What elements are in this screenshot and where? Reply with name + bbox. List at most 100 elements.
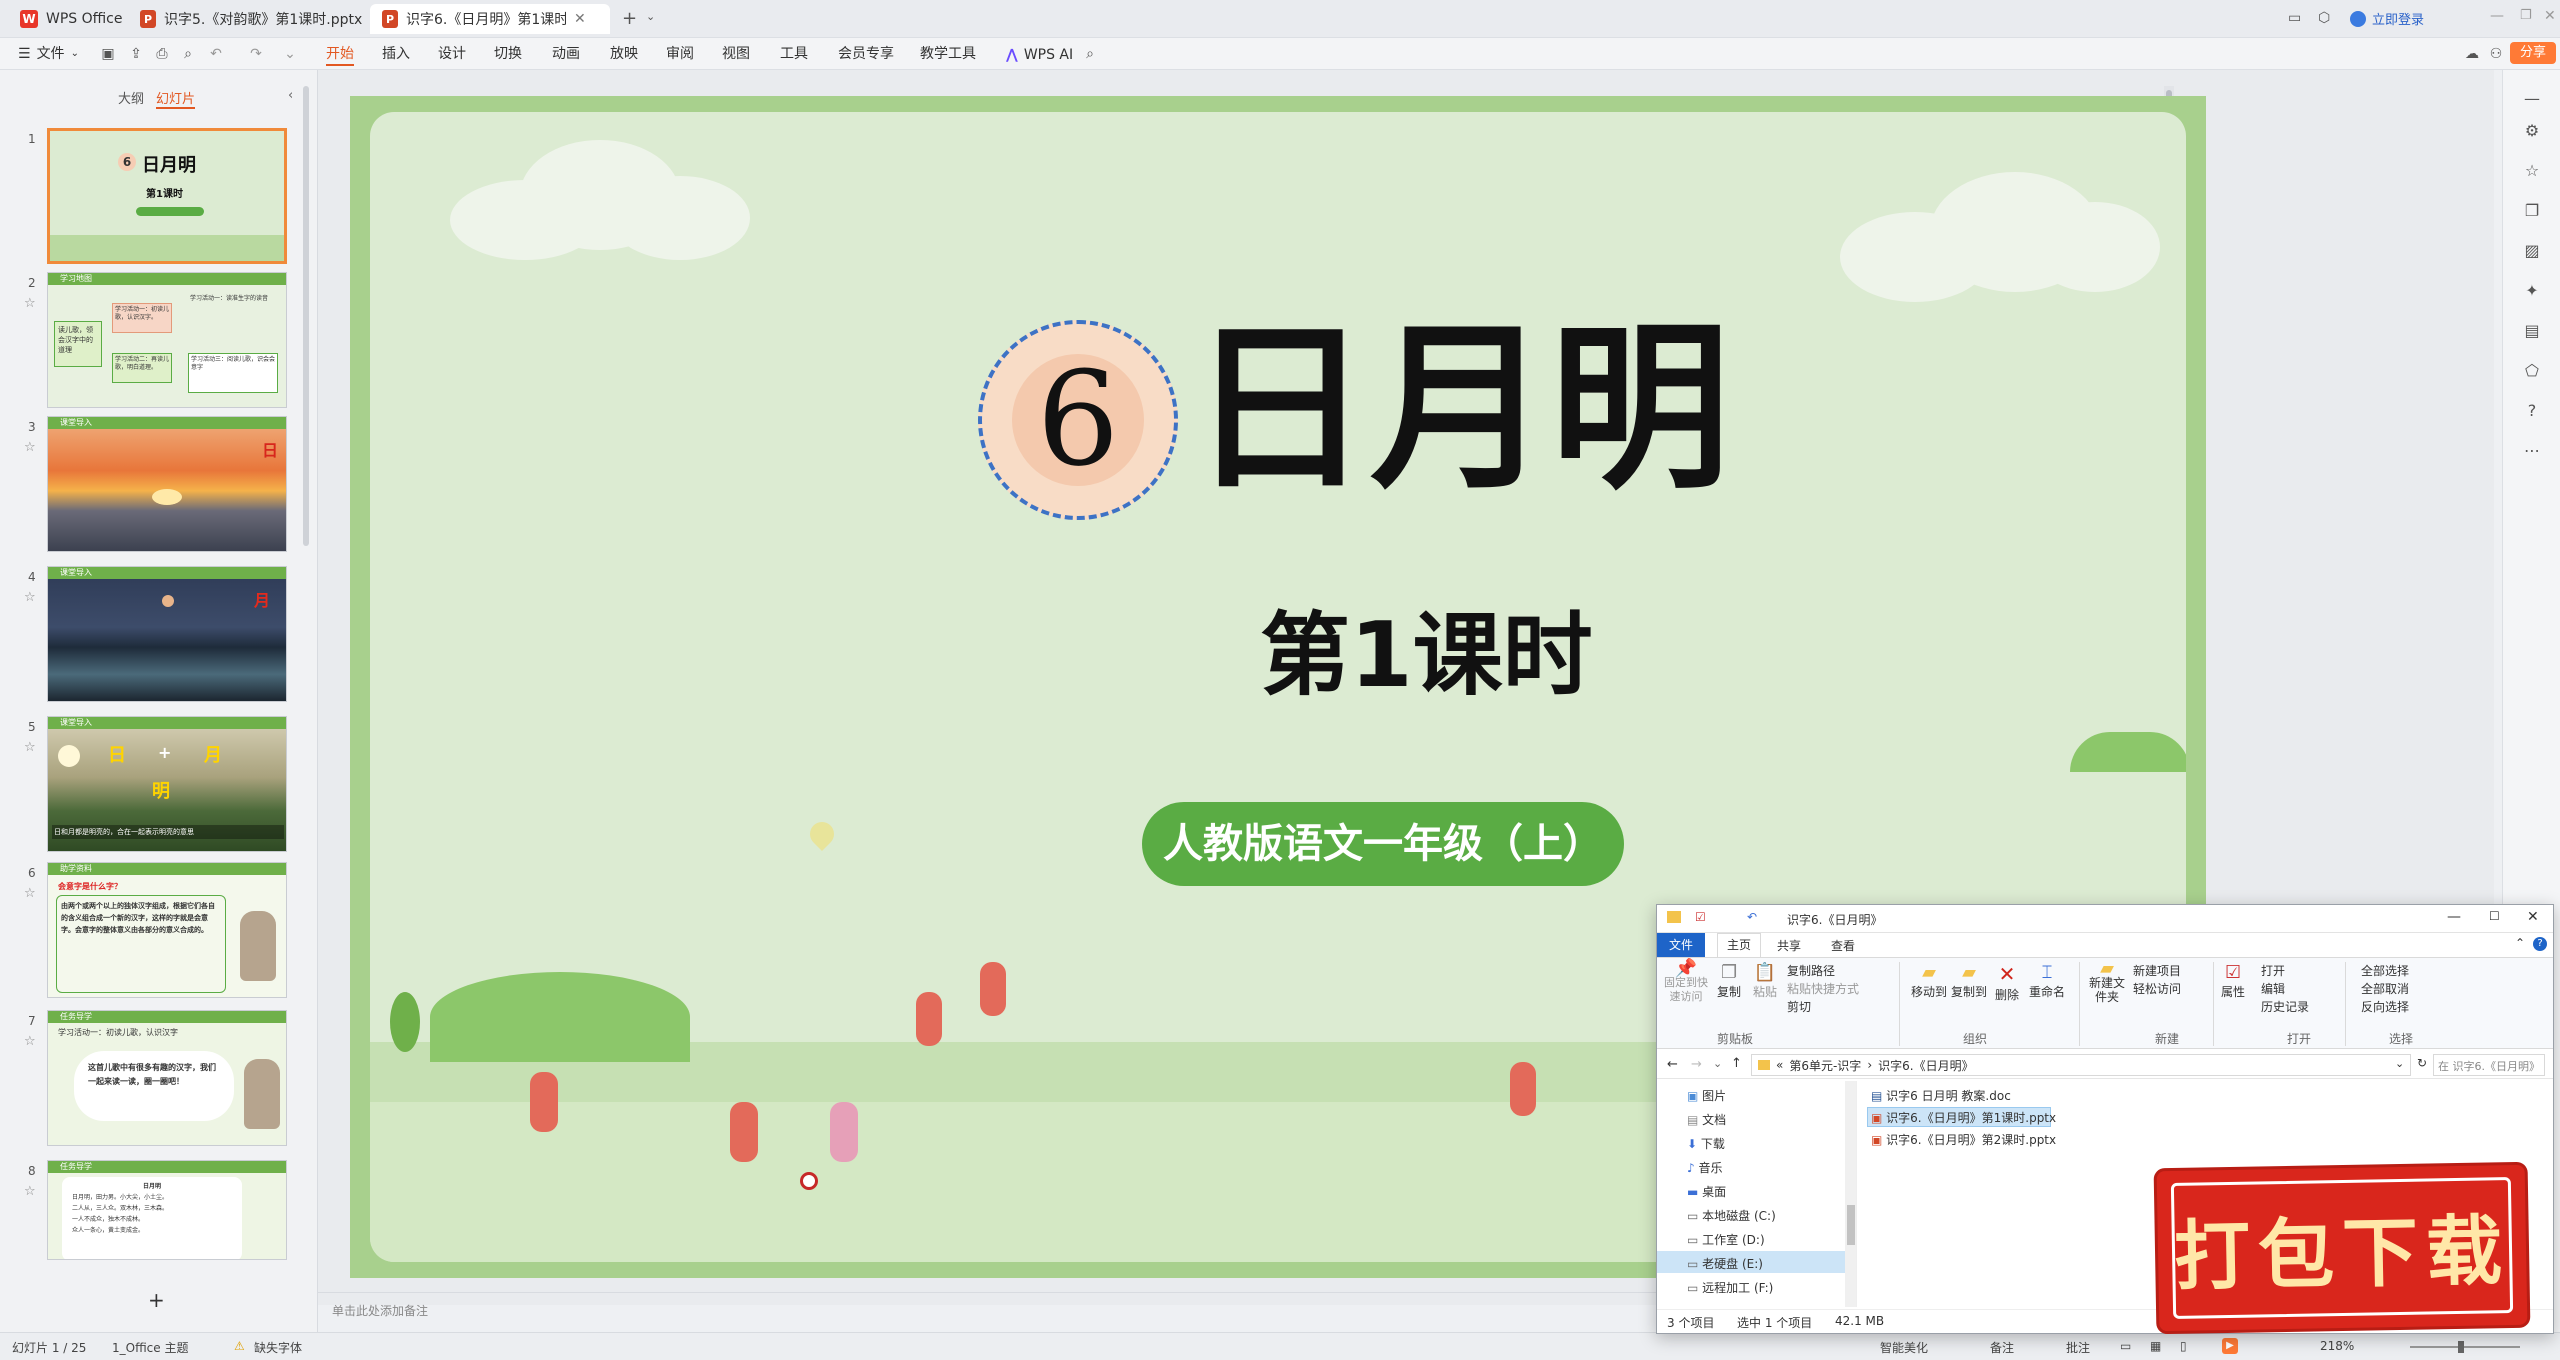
play-icon[interactable]: ▶ — [2222, 1338, 2238, 1354]
zoom-slider[interactable] — [2410, 1346, 2520, 1348]
nav-item-pictures[interactable]: ▣ 图片 — [1687, 1087, 1726, 1104]
share-button[interactable]: 分享 — [2510, 42, 2556, 64]
file-item[interactable]: ▤ 识字6 日月明 教案.doc — [1871, 1087, 2011, 1104]
close-icon[interactable]: ✕ — [574, 11, 586, 27]
theme-name[interactable]: 1_Office 主题 — [112, 1339, 188, 1356]
slide-thumb-3[interactable]: 课堂导入 日 — [47, 416, 287, 552]
nav-item-music[interactable]: ♪ 音乐 — [1687, 1159, 1723, 1176]
save-icon[interactable]: ▣ — [100, 46, 116, 62]
star-icon[interactable]: ☆ — [24, 1034, 36, 1049]
star-icon[interactable]: ☆ — [24, 296, 36, 311]
grid-view-icon[interactable]: ▦ — [2150, 1339, 2161, 1353]
nav-item-drive-d[interactable]: ▭ 工作室 (D:) — [1687, 1231, 1765, 1248]
cube-icon[interactable]: ⬡ — [2318, 10, 2330, 26]
comments-toggle[interactable]: 批注 — [2066, 1339, 2090, 1356]
smart-beautify[interactable]: 智能美化 — [1880, 1339, 1928, 1356]
login-button[interactable]: 立即登录 — [2350, 9, 2424, 28]
new-folder-button[interactable]: ▰ 新建文件夹 — [2087, 960, 2127, 1005]
file-menu[interactable]: ☰ 文件 ⌄ — [18, 44, 79, 66]
tab-member[interactable]: 会员专享 — [838, 44, 894, 66]
help-icon[interactable]: ? — [2521, 400, 2543, 422]
breadcrumb-item[interactable]: 第6单元-识字 — [1789, 1057, 1861, 1074]
copy-to-button[interactable]: ▰ 复制到 — [1951, 962, 1987, 1000]
star-icon[interactable]: ☆ — [24, 740, 36, 755]
undo-icon[interactable]: ↶ — [1747, 910, 1757, 924]
slide-thumb-1[interactable]: 6 日月明 第1课时 — [47, 128, 287, 264]
select-none-button[interactable]: 全部取消 — [2361, 980, 2409, 997]
reading-view-icon[interactable]: ▯ — [2180, 1339, 2187, 1353]
copy-path-button[interactable]: 复制路径 — [1787, 962, 1835, 979]
slide-thumb-4[interactable]: 课堂导入 月 — [47, 566, 287, 702]
nav-item-drive-c[interactable]: ▭ 本地磁盘 (C:) — [1687, 1207, 1776, 1224]
star-icon[interactable]: ☆ — [24, 886, 36, 901]
new-item-button[interactable]: 新建项目 — [2133, 962, 2181, 979]
rename-button[interactable]: ⌶ 重命名 — [2029, 962, 2065, 1000]
normal-view-icon[interactable]: ▭ — [2120, 1339, 2131, 1353]
chevron-down-icon[interactable]: ⌄ — [282, 46, 298, 62]
help-icon[interactable]: ? — [2533, 937, 2547, 951]
wps-ai-button[interactable]: ⋀ WPS AI — [1006, 44, 1073, 66]
tab-review[interactable]: 审阅 — [666, 44, 694, 66]
tab-tools[interactable]: 工具 — [780, 44, 808, 66]
select-all-button[interactable]: 全部选择 — [2361, 962, 2409, 979]
chevron-down-icon[interactable]: ⌄ — [646, 10, 655, 23]
forward-icon[interactable]: → — [1691, 1057, 1702, 1072]
tab-home[interactable]: 主页 — [1717, 933, 1761, 957]
up-icon[interactable]: ↑ — [1731, 1056, 1742, 1071]
tab-transition[interactable]: 切换 — [494, 44, 522, 66]
slide-thumb-5[interactable]: 课堂导入 日 + 月 明 日和月都是明亮的，合在一起表示明亮的意思 — [47, 716, 287, 852]
nav-scrollbar-thumb[interactable] — [1847, 1205, 1855, 1245]
address-bar[interactable]: « 第6单元-识字 › 识字6.《日月明》 — [1751, 1054, 2411, 1076]
slide-thumb-6[interactable]: 助学资料 会意字是什么字？ 由两个或两个以上的独体汉字组成，根据它们各自的含义组… — [47, 862, 287, 998]
tab-home[interactable]: 开始 — [326, 44, 354, 66]
file-item[interactable]: ▣ 识字6.《日月明》第1课时.pptx — [1871, 1109, 2056, 1126]
print-icon[interactable]: ⎙ — [154, 46, 170, 62]
shape-icon[interactable]: ⬠ — [2521, 360, 2543, 382]
minimize-icon[interactable]: — — [2447, 909, 2461, 925]
missing-font[interactable]: 缺失字体 — [254, 1339, 302, 1356]
more-icon[interactable]: ⋯ — [2521, 440, 2543, 462]
chevron-up-icon[interactable]: ⌃ — [2515, 936, 2525, 950]
restore-icon[interactable]: ❐ — [2520, 8, 2532, 23]
delete-button[interactable]: ✕ 删除 — [1995, 962, 2019, 1003]
add-tab-button[interactable]: + — [622, 8, 637, 29]
tab-insert[interactable]: 插入 — [382, 44, 410, 66]
nav-item-drive-e[interactable]: ▭ 老硬盘 (E:) — [1687, 1255, 1763, 1272]
history-button[interactable]: 历史记录 — [2261, 998, 2309, 1015]
tab-outline[interactable]: 大纲 — [118, 88, 144, 107]
search-icon[interactable]: ⌕ — [1082, 46, 1098, 62]
close-window-icon[interactable]: ✕ — [2544, 8, 2556, 24]
zoom-level[interactable]: 218% — [2320, 1339, 2354, 1353]
paste-button[interactable]: 📋 粘贴 — [1753, 962, 1777, 1000]
star-icon[interactable]: ☆ — [24, 1184, 36, 1199]
tab-slideshow[interactable]: 放映 — [610, 44, 638, 66]
star-icon[interactable]: ☆ — [2521, 160, 2543, 182]
tab-wps-home[interactable]: W WPS Office — [8, 4, 135, 34]
tab-slides[interactable]: 幻灯片 — [156, 88, 196, 109]
tab-view[interactable]: 视图 — [722, 44, 750, 66]
slide-thumb-2[interactable]: 学习地图 读儿歌，领会汉字中的道理 学习活动一：初读儿歌，认识汉字。 学习活动二… — [47, 272, 287, 408]
nav-item-desktop[interactable]: ▬ 桌面 — [1687, 1183, 1726, 1200]
document-icon[interactable]: ▤ — [2521, 320, 2543, 342]
window-layout-icon[interactable]: ▭ — [2288, 10, 2301, 26]
invert-selection-button[interactable]: 反向选择 — [2361, 998, 2409, 1015]
zoom-slider-thumb[interactable] — [2458, 1341, 2464, 1353]
move-to-button[interactable]: ▰ 移动到 — [1911, 962, 1947, 1000]
chevron-down-icon[interactable]: ⌄ — [1713, 1057, 1722, 1070]
breadcrumb-item[interactable]: 识字6.《日月明》 — [1878, 1057, 1973, 1074]
star-icon[interactable]: ☆ — [24, 590, 36, 605]
redo-icon[interactable]: ↷ — [248, 46, 264, 62]
undo-icon[interactable]: ↶ — [208, 46, 224, 62]
search-input[interactable]: 在 识字6.《日月明》 中搜索 — [2433, 1054, 2545, 1076]
close-icon[interactable]: ✕ — [2527, 909, 2539, 925]
preview-icon[interactable]: ⌕ — [180, 46, 196, 62]
export-icon[interactable]: ⇪ — [128, 46, 144, 62]
magic-icon[interactable]: ✦ — [2521, 280, 2543, 302]
star-icon[interactable]: ☆ — [24, 440, 36, 455]
easy-access-button[interactable]: 轻松访问 — [2133, 980, 2181, 997]
grade-pill[interactable]: 人教版语文一年级（上） — [1142, 802, 1624, 886]
tab-animation[interactable]: 动画 — [552, 44, 580, 66]
refresh-icon[interactable]: ↻ — [2417, 1056, 2427, 1070]
properties-button[interactable]: ☑ 属性 — [2221, 962, 2245, 1000]
cloud-icon[interactable]: ☁ — [2464, 46, 2480, 62]
